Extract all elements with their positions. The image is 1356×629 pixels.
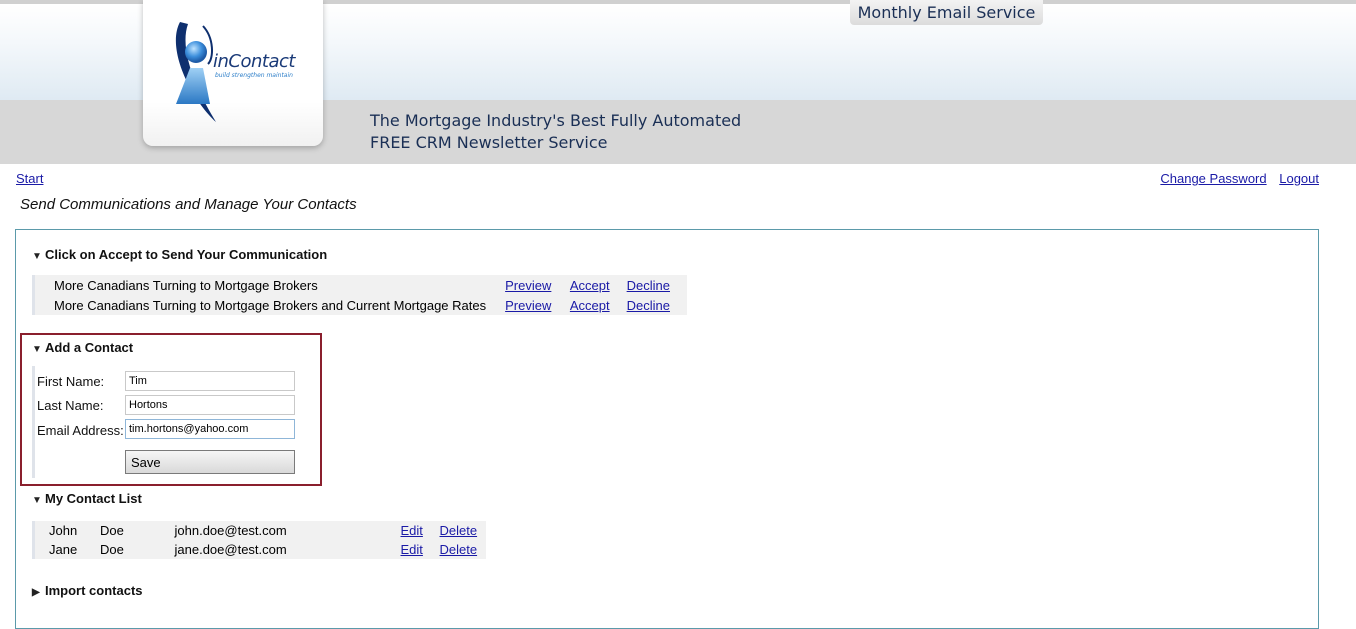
first-name-label: First Name: [37, 374, 105, 389]
accept-link[interactable]: Accept [570, 298, 610, 313]
site-tagline: The Mortgage Industry's Best Fully Autom… [370, 110, 741, 154]
page-title: Send Communications and Manage Your Cont… [20, 196, 357, 213]
table-row: More Canadians Turning to Mortgage Broke… [34, 275, 687, 295]
communication-title: More Canadians Turning to Mortgage Broke… [54, 277, 318, 293]
preview-link[interactable]: Preview [505, 278, 551, 293]
email-address-input[interactable] [125, 419, 295, 439]
contact-list-heading: My Contact List [45, 491, 142, 506]
email-address-label: Email Address: [37, 423, 124, 438]
last-name-label: Last Name: [37, 398, 104, 413]
decline-link[interactable]: Decline [627, 278, 670, 293]
first-name-input[interactable] [125, 371, 295, 391]
import-contacts-section-header[interactable]: ▶ Import contacts [32, 583, 143, 598]
communications-heading: Click on Accept to Send Your Communicati… [45, 247, 328, 262]
contact-email: john.doe@test.com [174, 523, 287, 538]
add-contact-section-header[interactable]: ▼ Add a Contact [32, 340, 133, 355]
contact-list-section-header[interactable]: ▼ My Contact List [32, 491, 142, 506]
logout-link[interactable]: Logout [1279, 171, 1319, 186]
contact-email: jane.doe@test.com [174, 542, 287, 557]
change-password-link[interactable]: Change Password [1160, 171, 1266, 186]
account-links: Change Password Logout [1160, 171, 1319, 186]
logo-tagline: build strengthen maintain [215, 72, 293, 79]
table-row: More Canadians Turning to Mortgage Broke… [34, 295, 687, 315]
edit-link[interactable]: Edit [401, 542, 423, 557]
logo-name: inContact [213, 51, 295, 72]
decline-link[interactable]: Decline [627, 298, 670, 313]
logo[interactable]: inContact build strengthen maintain [143, 0, 323, 146]
tagline-line-2: FREE CRM Newsletter Service [370, 133, 608, 152]
start-link[interactable]: Start [16, 171, 43, 186]
contact-first-name: Jane [49, 542, 78, 557]
contact-list-table: John Doe john.doe@test.com Edit Delete J… [32, 521, 487, 559]
save-button[interactable]: Save [125, 450, 295, 474]
tagline-line-1: The Mortgage Industry's Best Fully Autom… [370, 111, 742, 130]
delete-link[interactable]: Delete [440, 542, 478, 557]
preview-link[interactable]: Preview [505, 298, 551, 313]
edit-link[interactable]: Edit [401, 523, 423, 538]
delete-link[interactable]: Delete [440, 523, 478, 538]
communications-table: More Canadians Turning to Mortgage Broke… [32, 275, 687, 315]
accept-link[interactable]: Accept [570, 278, 610, 293]
contact-first-name: John [49, 523, 78, 538]
triangle-down-icon: ▼ [32, 251, 42, 262]
table-row: Jane Doe jane.doe@test.com Edit Delete [34, 540, 487, 559]
contact-last-name: Doe [100, 542, 124, 557]
triangle-right-icon: ▶ [32, 587, 40, 598]
table-row: John Doe john.doe@test.com Edit Delete [34, 521, 487, 540]
contact-last-name: Doe [100, 523, 124, 538]
import-contacts-heading: Import contacts [45, 583, 143, 598]
monthly-email-service-tab[interactable]: Monthly Email Service [850, 0, 1043, 25]
last-name-input[interactable] [125, 395, 295, 415]
triangle-down-icon: ▼ [32, 344, 42, 355]
communication-title: More Canadians Turning to Mortgage Broke… [54, 297, 487, 313]
communications-section-header[interactable]: ▼ Click on Accept to Send Your Communicat… [32, 247, 327, 262]
triangle-down-icon: ▼ [32, 495, 42, 506]
add-contact-heading: Add a Contact [45, 340, 134, 355]
